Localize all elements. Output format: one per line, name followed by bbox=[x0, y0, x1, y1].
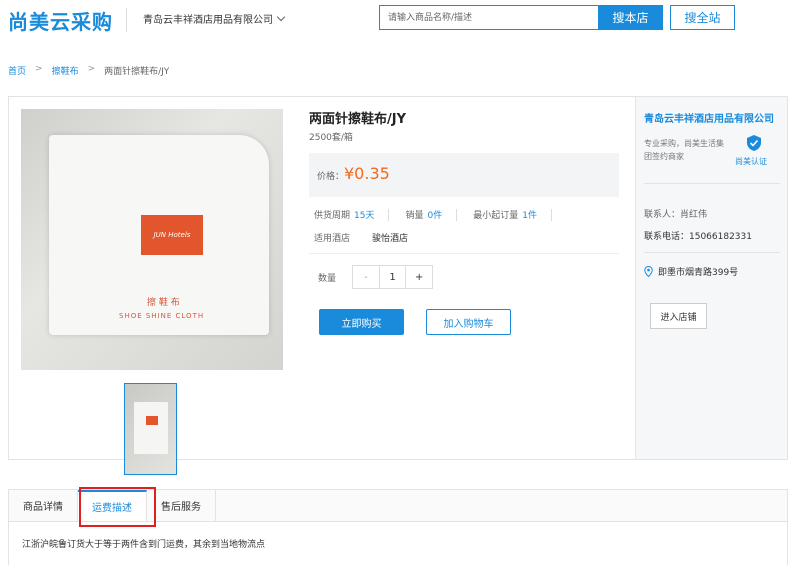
hotel-row: 适用酒店 骏怡酒店 bbox=[314, 231, 408, 244]
site-logo[interactable]: 尚美云采购 bbox=[8, 6, 113, 35]
hotel-value: 骏怡酒店 bbox=[372, 234, 409, 244]
product-title: 两面针擦鞋布/JY bbox=[309, 112, 406, 127]
divider bbox=[644, 252, 780, 253]
thumbnail-logo bbox=[146, 416, 158, 425]
product-thumbnail[interactable] bbox=[124, 383, 177, 475]
seller-description: 专业采购，尚美生活集团签约商家 bbox=[644, 139, 724, 161]
quantity-input[interactable]: 1 bbox=[378, 266, 407, 288]
sales-value: 0件 bbox=[427, 211, 443, 221]
seller-name[interactable]: 青岛云丰祥酒店用品有限公司 bbox=[644, 110, 774, 125]
store-name: 青岛云丰祥酒店用品有限公司 bbox=[143, 15, 273, 26]
add-to-cart-button[interactable]: 加入购物车 bbox=[426, 309, 511, 335]
shield-check-icon bbox=[747, 135, 761, 151]
breadcrumb-home[interactable]: 首页 bbox=[8, 64, 26, 77]
location-pin-icon bbox=[644, 266, 653, 277]
product-image-text-cn: 擦 鞋 布 bbox=[147, 298, 180, 308]
price-label: 价格： bbox=[317, 172, 345, 182]
supply-label: 供货周期 bbox=[314, 211, 351, 221]
info-divider bbox=[550, 208, 552, 221]
seller-address-row: 即墨市烟青路399号 bbox=[644, 265, 738, 278]
min-order-label: 最小起订量 bbox=[473, 211, 519, 221]
header-divider bbox=[126, 8, 127, 32]
breadcrumb-separator: > bbox=[87, 64, 96, 74]
product-info-row: 供货周期 15天 销量 0件 最小起订量 1件 bbox=[314, 208, 568, 221]
product-spec: 2500套/箱 bbox=[309, 133, 353, 143]
search-all-button[interactable]: 搜全站 bbox=[670, 5, 735, 30]
divider bbox=[309, 253, 619, 254]
hotel-label: 适用酒店 bbox=[314, 234, 351, 244]
search-store-button[interactable]: 搜本店 bbox=[598, 5, 663, 30]
breadcrumb-separator: > bbox=[35, 64, 43, 74]
supply-period: 供货周期 15天 bbox=[314, 208, 374, 221]
search-input[interactable] bbox=[379, 5, 598, 30]
price-value: ¥0.35 bbox=[344, 164, 390, 183]
product-image-text-en: SHOE SHINE CLOTH bbox=[119, 312, 205, 320]
tab-product-details[interactable]: 商品详情 bbox=[9, 490, 78, 521]
thumbnail-cloth bbox=[134, 402, 168, 454]
breadcrumb: 首页 > 擦鞋布 > 两面针擦鞋布/JY bbox=[8, 64, 169, 77]
product-image-cloth: JUN Hotels 擦 鞋 布 SHOE SHINE CLOTH bbox=[49, 135, 269, 335]
enter-shop-button[interactable]: 进入店铺 bbox=[650, 303, 707, 329]
divider bbox=[644, 183, 780, 184]
breadcrumb-current: 两面针擦鞋布/JY bbox=[104, 67, 170, 77]
min-order-value: 1件 bbox=[522, 211, 537, 221]
sales-count: 销量 0件 bbox=[405, 208, 442, 221]
tab-shipping-description[interactable]: 运费描述 bbox=[78, 490, 147, 521]
quantity-stepper: - 1 + bbox=[352, 265, 433, 289]
price-box: 价格： ¥0.35 bbox=[309, 153, 619, 197]
product-image-logo: JUN Hotels bbox=[141, 215, 203, 255]
info-divider bbox=[388, 208, 390, 221]
seller-sidebar: 青岛云丰祥酒店用品有限公司 专业采购，尚美生活集团签约商家 尚美认证 联系人：肖… bbox=[635, 97, 787, 459]
supply-value: 15天 bbox=[354, 211, 375, 221]
breadcrumb-category[interactable]: 擦鞋布 bbox=[52, 64, 79, 77]
min-order: 最小起订量 1件 bbox=[473, 208, 537, 221]
detail-tabs: 商品详情 运费描述 售后服务 bbox=[8, 489, 788, 522]
buy-now-button[interactable]: 立即购买 bbox=[319, 309, 404, 335]
tab-content-panel: 江浙沪皖鲁订货大于等于两件含到门运费，其余到当地物流点 bbox=[8, 522, 788, 565]
quantity-decrease-button[interactable]: - bbox=[353, 266, 379, 288]
shipping-description-text: 江浙沪皖鲁订货大于等于两件含到门运费，其余到当地物流点 bbox=[22, 540, 266, 550]
seller-phone: 联系电话：15066182331 bbox=[644, 232, 752, 242]
quantity-label: 数量 bbox=[318, 274, 337, 284]
product-main-image[interactable]: JUN Hotels 擦 鞋 布 SHOE SHINE CLOTH bbox=[21, 109, 283, 370]
seller-address: 即墨市烟青路399号 bbox=[658, 268, 739, 278]
info-divider bbox=[456, 208, 458, 221]
chevron-down-icon bbox=[276, 12, 286, 22]
tab-after-sales[interactable]: 售后服务 bbox=[147, 490, 216, 521]
seller-certification: 尚美认证 bbox=[735, 157, 767, 166]
sales-label: 销量 bbox=[405, 211, 424, 221]
quantity-increase-button[interactable]: + bbox=[406, 266, 432, 288]
store-selector[interactable]: 青岛云丰祥酒店用品有限公司 bbox=[143, 11, 286, 26]
seller-contact: 联系人：肖红伟 bbox=[644, 210, 708, 220]
